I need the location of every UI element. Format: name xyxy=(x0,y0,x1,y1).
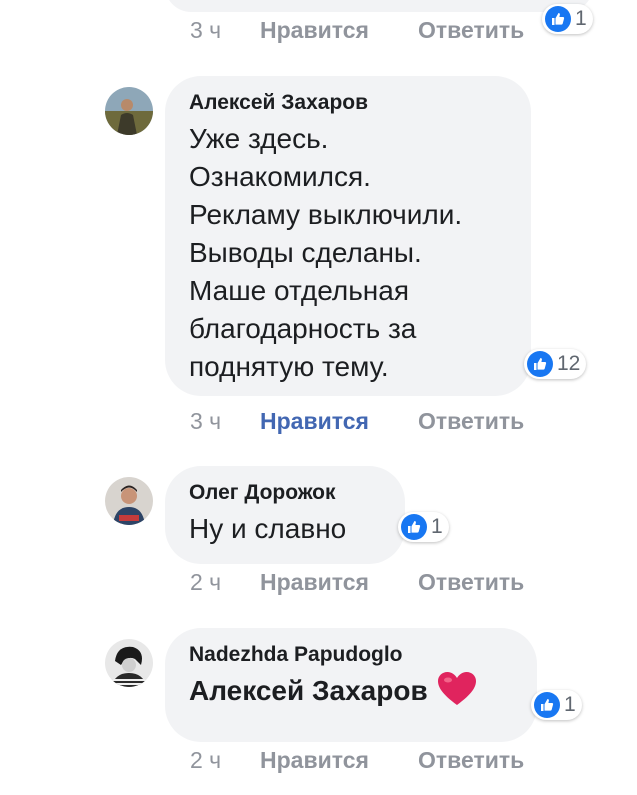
reaction-count-3[interactable]: 1 xyxy=(531,690,582,720)
comment-bubble-2: Олег Дорожок Ну и славно xyxy=(165,466,405,564)
comment-actions-3: 2 ч Нравится Ответить xyxy=(190,747,524,774)
timestamp[interactable]: 2 ч xyxy=(190,747,260,774)
avatar-nadezhda[interactable] xyxy=(105,639,153,687)
reply-button[interactable]: Ответить xyxy=(418,569,524,596)
timestamp[interactable]: 2 ч xyxy=(190,569,260,596)
reply-button[interactable]: Ответить xyxy=(418,17,524,44)
author-name[interactable]: Олег Дорожок xyxy=(189,480,381,506)
like-button[interactable]: Нравится xyxy=(260,747,418,774)
comment-bubble-1: Алексей Захаров Уже здесь. Ознакомился. … xyxy=(165,76,531,396)
comment-bubble-3: Nadezhda Papudoglo Алексей Захаров xyxy=(165,628,537,742)
like-button[interactable]: Нравится xyxy=(260,17,418,44)
thumbs-up-icon xyxy=(545,6,571,32)
mention-link[interactable]: Алексей Захаров xyxy=(189,675,428,706)
previous-comment-bubble xyxy=(165,0,593,12)
avatar-aleksey[interactable] xyxy=(105,87,153,135)
heart-icon xyxy=(437,672,476,716)
reaction-count-1[interactable]: 12 xyxy=(524,349,587,379)
reaction-count: 12 xyxy=(557,352,581,375)
comment-actions-top: 3 ч Нравится Ответить xyxy=(190,17,524,44)
comment-text: Алексей Захаров xyxy=(189,672,513,716)
comment-text: Ну и славно xyxy=(189,513,347,544)
comment-text: Уже здесь. Ознакомился. Рекламу выключил… xyxy=(189,123,463,382)
avatar-oleg[interactable] xyxy=(105,477,153,525)
reaction-count: 1 xyxy=(575,7,587,30)
reply-button[interactable]: Ответить xyxy=(418,747,524,774)
author-name[interactable]: Nadezhda Papudoglo xyxy=(189,642,513,668)
reaction-count: 1 xyxy=(564,693,576,716)
reaction-count-top[interactable]: 1 xyxy=(542,4,593,34)
reaction-count: 1 xyxy=(431,515,443,538)
timestamp[interactable]: 3 ч xyxy=(190,408,260,435)
reaction-count-2[interactable]: 1 xyxy=(398,512,449,542)
like-button[interactable]: Нравится xyxy=(260,569,418,596)
author-name[interactable]: Алексей Захаров xyxy=(189,90,507,116)
comment-actions-2: 2 ч Нравится Ответить xyxy=(190,569,524,596)
reply-button[interactable]: Ответить xyxy=(418,408,524,435)
like-button[interactable]: Нравится xyxy=(260,408,418,435)
thumbs-up-icon xyxy=(401,514,427,540)
thumbs-up-icon xyxy=(534,692,560,718)
comment-actions-1: 3 ч Нравится Ответить xyxy=(190,408,524,435)
timestamp[interactable]: 3 ч xyxy=(190,17,260,44)
thumbs-up-icon xyxy=(527,351,553,377)
